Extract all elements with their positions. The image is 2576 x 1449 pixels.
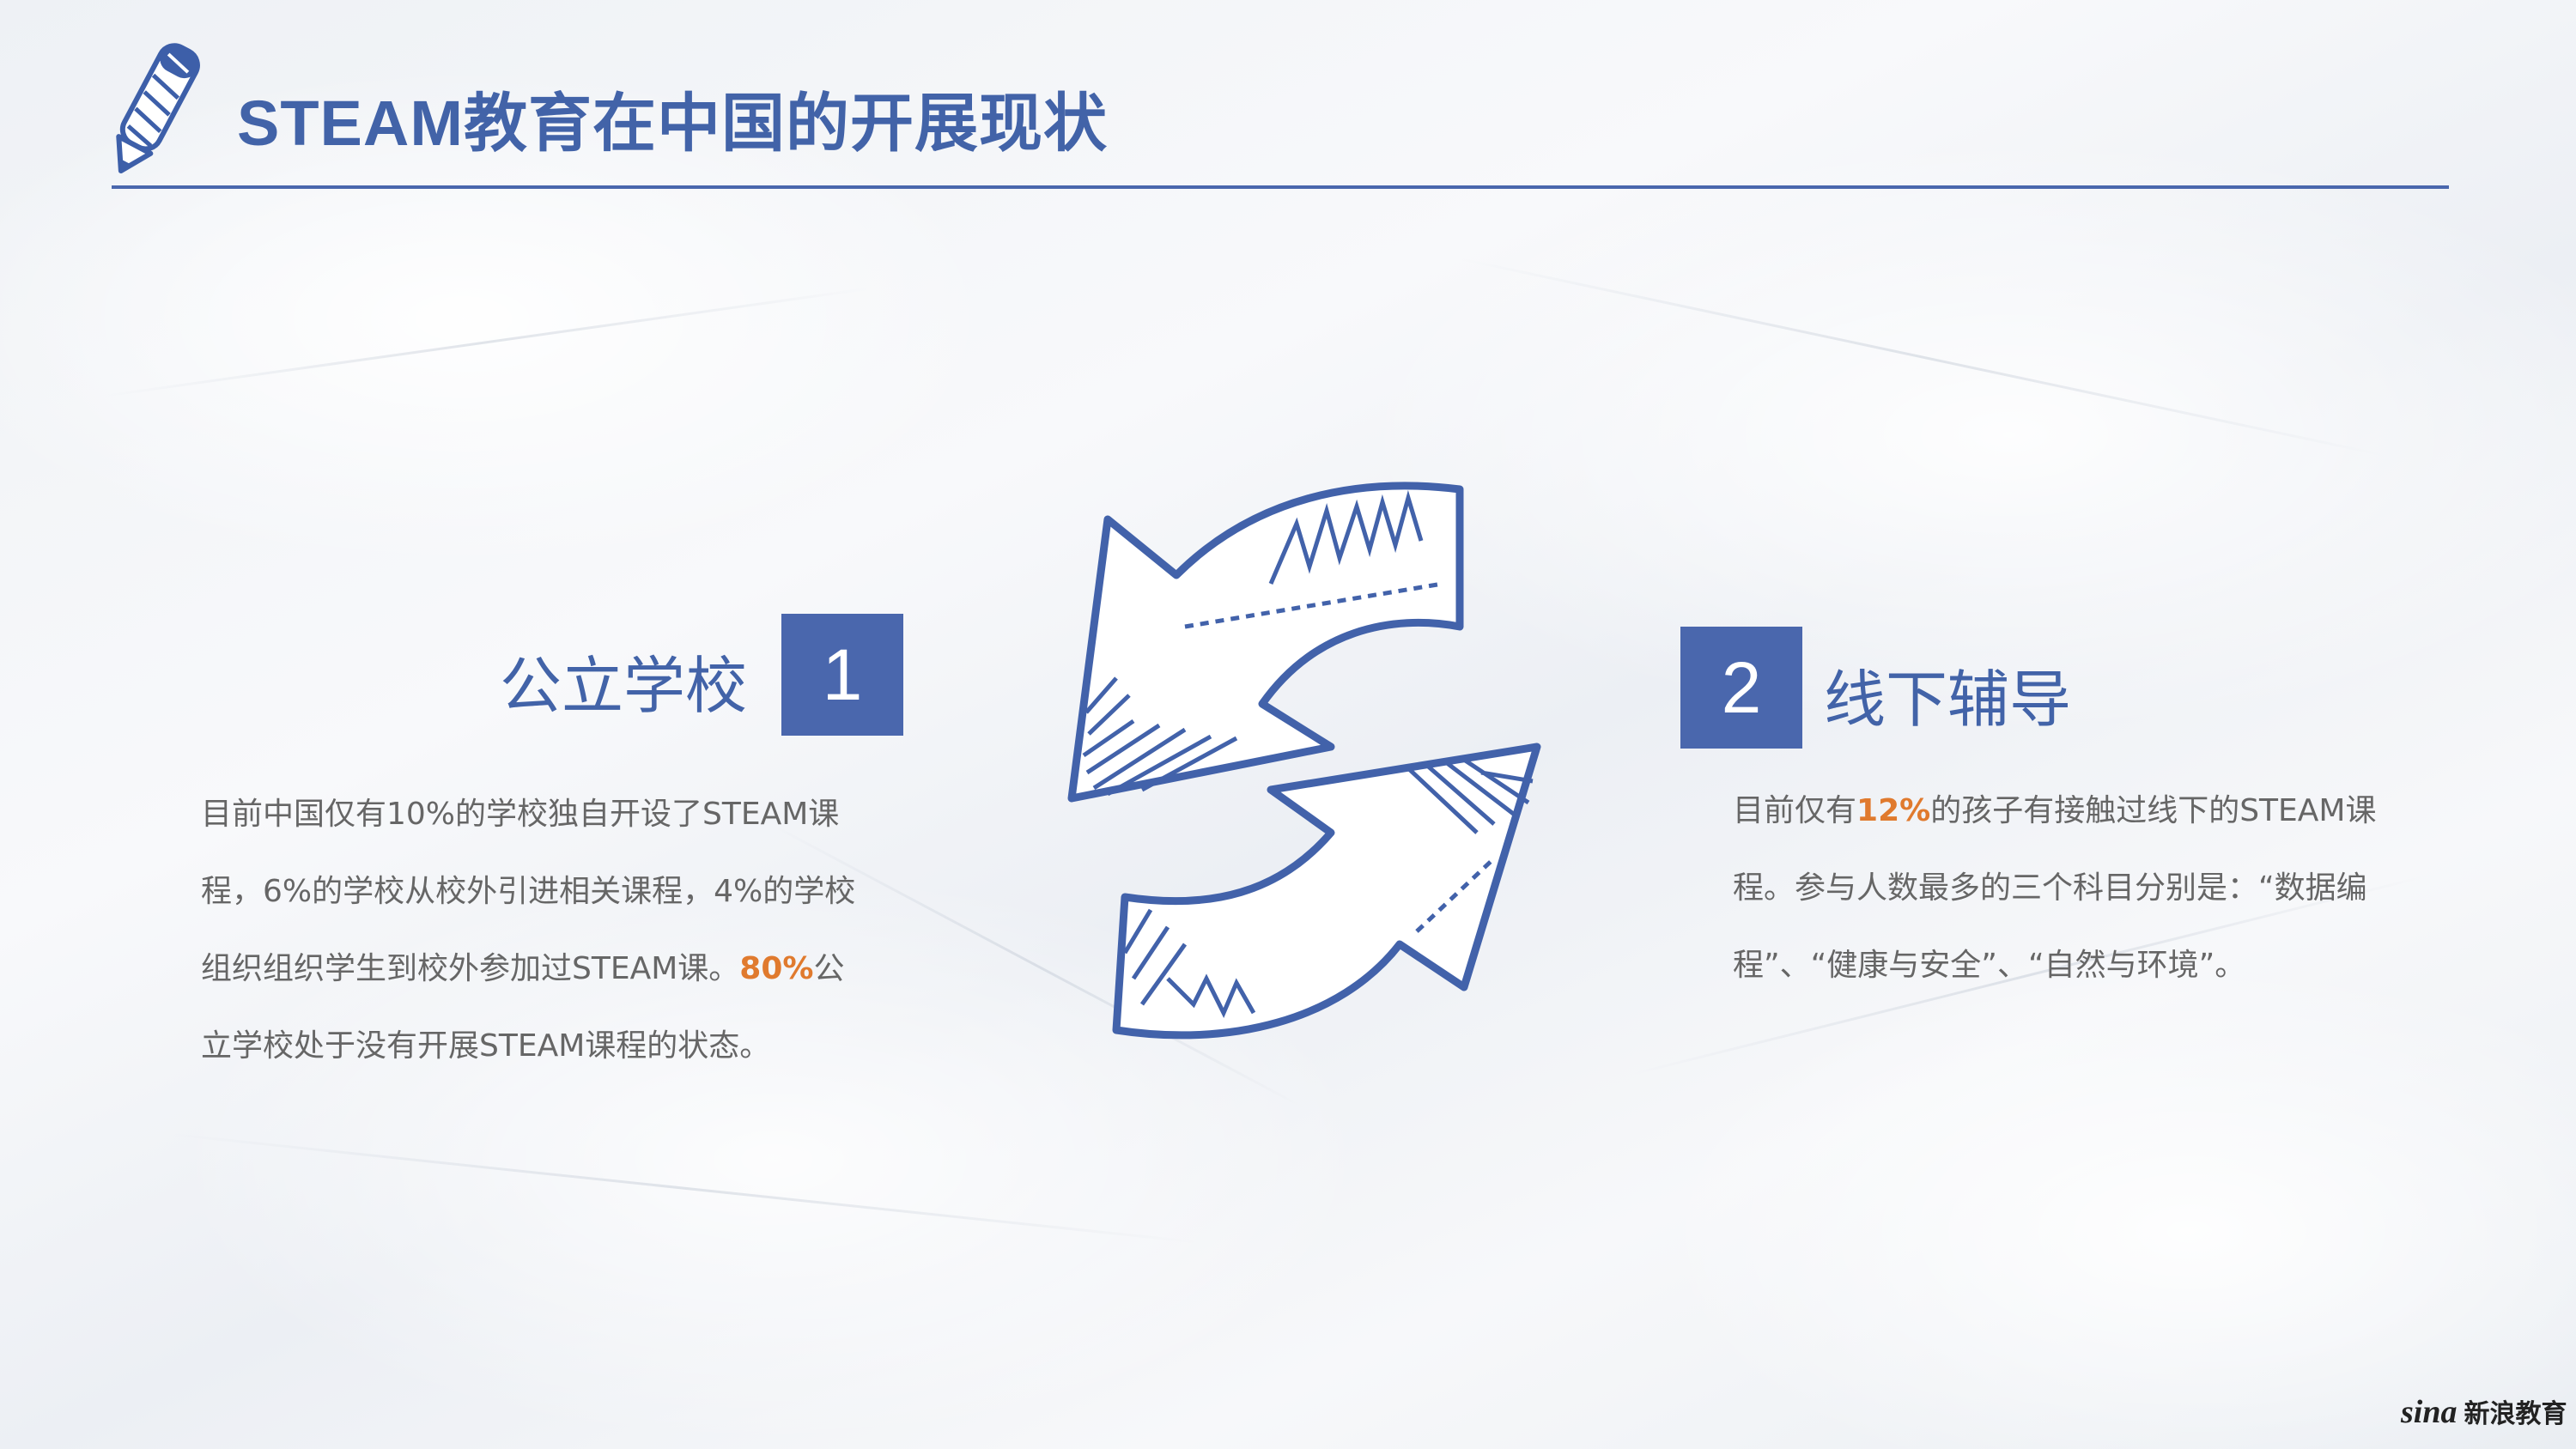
logo-chinese: 新浪教育 bbox=[2464, 1399, 2567, 1429]
sina-education-logo: sina 新浪教育 bbox=[2401, 1392, 2567, 1431]
pencil-icon bbox=[116, 43, 200, 173]
right-section-number: 2 bbox=[1680, 627, 1802, 749]
left-section-number: 1 bbox=[781, 614, 903, 736]
page-title: STEAM教育在中国的开展现状 bbox=[237, 88, 1108, 159]
right-highlight: 12% bbox=[1856, 793, 1931, 828]
left-section-text: 目前中国仅有10%的学校独自开设了STEAM课程，6%的学校从校外引进相关课程，… bbox=[201, 776, 871, 1085]
right-section-heading: 线下辅导 bbox=[1824, 664, 2072, 736]
left-section-heading: 公立学校 bbox=[500, 650, 748, 722]
cycle-arrows-icon bbox=[1067, 482, 1541, 1040]
header-divider bbox=[112, 185, 2449, 189]
left-highlight: 80% bbox=[739, 951, 814, 986]
right-section-text: 目前仅有12%的孩子有接触过线下的STEAM课程。参与人数最多的三个科目分别是：… bbox=[1733, 773, 2403, 1004]
logo-latin: sina bbox=[2401, 1394, 2458, 1430]
right-text-part1: 目前仅有 bbox=[1733, 793, 1857, 828]
